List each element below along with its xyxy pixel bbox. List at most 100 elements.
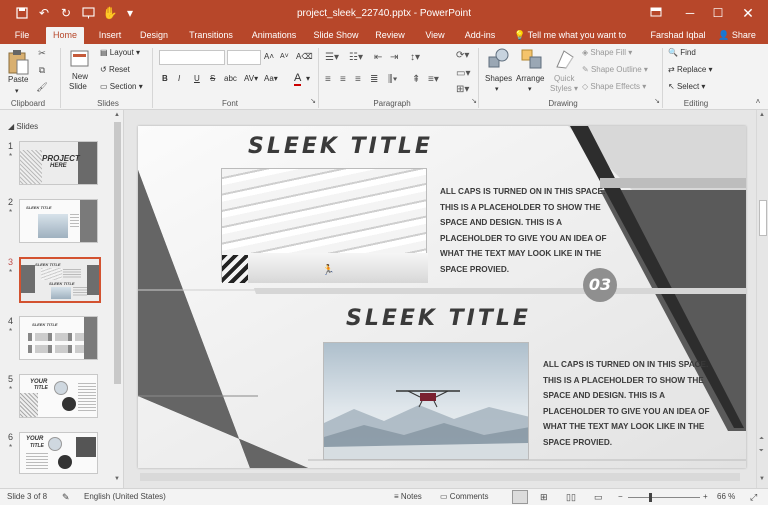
italic-button[interactable]: I [178, 74, 180, 83]
justify-icon[interactable]: ≣ [370, 74, 378, 85]
font-size-input[interactable] [227, 50, 261, 65]
notes-button[interactable]: ≡ Notes [394, 492, 422, 501]
vertical-scroll-thumb[interactable] [759, 200, 767, 236]
tab-add-ins[interactable]: Add-ins [460, 29, 500, 44]
slide-title-bottom[interactable]: SLEEK TITLE [346, 306, 531, 331]
align-right-icon[interactable]: ≡ [355, 74, 361, 85]
paste-button[interactable]: Paste [8, 75, 28, 84]
replace-button[interactable]: ⇄ Replace ▾ [668, 65, 713, 74]
slide-thumbnail-6[interactable]: YOUR TITLE [19, 432, 98, 474]
change-case-button[interactable]: Aa▾ [264, 74, 278, 83]
horizontal-scroll-thumb[interactable] [140, 473, 740, 481]
architecture-image[interactable]: 🏃 [221, 168, 428, 283]
quick-styles-label-1[interactable]: Quick [554, 74, 574, 83]
slide-thumbnail-4[interactable]: SLEEK TITLE [19, 316, 98, 360]
font-name-input[interactable] [159, 50, 225, 65]
tab-transitions[interactable]: Transitions [184, 29, 238, 44]
paste-dropdown-icon[interactable]: ▾ [15, 87, 19, 95]
new-slide-icon[interactable] [69, 48, 91, 70]
tab-file[interactable]: File [8, 29, 36, 44]
arrange-dropdown-icon[interactable]: ▾ [528, 85, 532, 93]
paragraph-options-icon[interactable]: ≡▾ [428, 74, 439, 85]
text-shadow-button[interactable]: abc [224, 74, 237, 83]
font-color-button[interactable]: A [294, 72, 302, 86]
arrange-icon[interactable] [520, 47, 544, 71]
slide-title-top[interactable]: SLEEK TITLE [248, 134, 433, 159]
ribbon-display-options-icon[interactable] [646, 4, 666, 22]
quick-styles-icon[interactable] [554, 47, 576, 71]
tab-design[interactable]: Design [134, 29, 174, 44]
find-button[interactable]: 🔍 Find [668, 48, 696, 57]
copy-icon[interactable]: ⧉ [36, 64, 48, 76]
shapes-button[interactable]: Shapes [485, 74, 512, 83]
user-name[interactable]: Farshad Iqbal [650, 29, 706, 44]
shape-effects-button[interactable]: ◇ Shape Effects ▾ [582, 82, 646, 91]
new-slide-label-1[interactable]: New [72, 72, 88, 81]
tab-review[interactable]: Review [370, 29, 410, 44]
zoom-out-icon[interactable]: − [618, 492, 623, 501]
vertical-scrollbar[interactable]: ▲ ⏶ ⏷ ▼ [756, 110, 768, 488]
normal-view-icon[interactable] [512, 490, 528, 504]
font-color-dropdown-icon[interactable]: ▾ [306, 74, 310, 83]
reset-button[interactable]: ↺ Reset [100, 65, 130, 74]
zoom-slider[interactable] [628, 493, 700, 502]
scroll-up-icon[interactable]: ▲ [759, 112, 765, 118]
numbering-icon[interactable]: ☷▾ [349, 52, 363, 63]
fit-to-window-icon[interactable]: ⤢ [750, 492, 757, 503]
shapes-dropdown-icon[interactable]: ▾ [495, 85, 499, 93]
reading-view-icon[interactable]: ▯▯ [566, 492, 576, 503]
paste-icon[interactable] [6, 48, 30, 76]
zoom-slider-thumb[interactable] [649, 493, 653, 502]
line-spacing-icon[interactable]: ↕▾ [410, 52, 420, 63]
slide-thumbnail-2[interactable]: SLEEK TITLE [19, 199, 98, 243]
slides-pane-scrollbar[interactable]: ▲ ▼ [113, 112, 122, 486]
tab-slide-show[interactable]: Slide Show [310, 29, 362, 44]
tab-animations[interactable]: Animations [246, 29, 302, 44]
quick-styles-label-2[interactable]: Styles ▾ [550, 84, 578, 93]
current-slide[interactable]: SLEEK TITLE 🏃 ALL CAPS IS TURNED ON IN T… [138, 126, 746, 468]
comments-button[interactable]: ▭ Comments [440, 492, 488, 501]
select-button[interactable]: ↖ Select ▾ [668, 82, 705, 91]
arrange-button[interactable]: Arrange [516, 74, 544, 83]
decrease-indent-icon[interactable]: ⇤ [374, 52, 382, 63]
close-button[interactable]: ✕ [738, 4, 758, 22]
slides-pane-scroll-thumb[interactable] [114, 122, 121, 384]
horizontal-scrollbar[interactable] [138, 472, 746, 482]
strikethrough-button[interactable]: S [210, 74, 215, 83]
share-button[interactable]: 👤 Share [712, 29, 762, 44]
slide-thumbnail-1[interactable]: PROJECT HERE [19, 141, 98, 185]
clear-formatting-icon[interactable]: A⌫ [296, 52, 313, 61]
underline-button[interactable]: U [194, 74, 200, 83]
bullets-icon[interactable]: ☰▾ [325, 52, 339, 63]
tell-me-box[interactable]: 💡 Tell me what you want to do... [514, 29, 644, 53]
section-button[interactable]: ▭ Section ▾ [100, 82, 143, 91]
previous-slide-icon[interactable]: ⏶ [759, 436, 764, 443]
tab-insert[interactable]: Insert [92, 29, 128, 44]
drone-image[interactable] [323, 342, 529, 460]
slide-sorter-icon[interactable]: ⊞ [540, 492, 548, 503]
shrink-font-icon[interactable]: A˅ [280, 53, 289, 60]
scroll-down-icon[interactable]: ▼ [759, 476, 765, 482]
slide-thumbnail-3[interactable]: SLEEK TITLE SLEEK TITLE [19, 257, 101, 303]
language-indicator[interactable]: English (United States) [84, 492, 166, 501]
columns-icon[interactable]: ⫼▾ [388, 74, 397, 85]
align-center-icon[interactable]: ≡ [340, 74, 346, 85]
new-slide-label-2[interactable]: Slide [69, 82, 87, 91]
layout-button[interactable]: ▤ Layout ▾ [100, 48, 140, 57]
minimize-button[interactable]: ─ [680, 4, 700, 22]
align-text-icon[interactable]: ▭▾ [456, 68, 470, 79]
tab-home[interactable]: Home [46, 27, 84, 44]
char-spacing-button[interactable]: AV▾ [244, 74, 258, 83]
bold-button[interactable]: B [162, 74, 168, 83]
paragraph-spacing-icon[interactable]: ⇞ [412, 74, 420, 85]
spell-check-icon[interactable]: ✎ [62, 492, 70, 503]
next-slide-icon[interactable]: ⏷ [759, 448, 764, 455]
align-left-icon[interactable]: ≡ [325, 74, 331, 85]
text-direction-icon[interactable]: ⟳▾ [456, 50, 469, 61]
scroll-up-icon[interactable]: ▲ [114, 112, 121, 118]
format-painter-icon[interactable]: 🖌 [36, 81, 48, 93]
slide-thumbnail-5[interactable]: YOUR TITLE [19, 374, 98, 418]
slide-body-top[interactable]: ALL CAPS IS TURNED ON IN THIS SPACE. THI… [440, 184, 612, 277]
shapes-icon[interactable] [487, 47, 511, 71]
grow-font-icon[interactable]: A˄ [264, 52, 274, 61]
